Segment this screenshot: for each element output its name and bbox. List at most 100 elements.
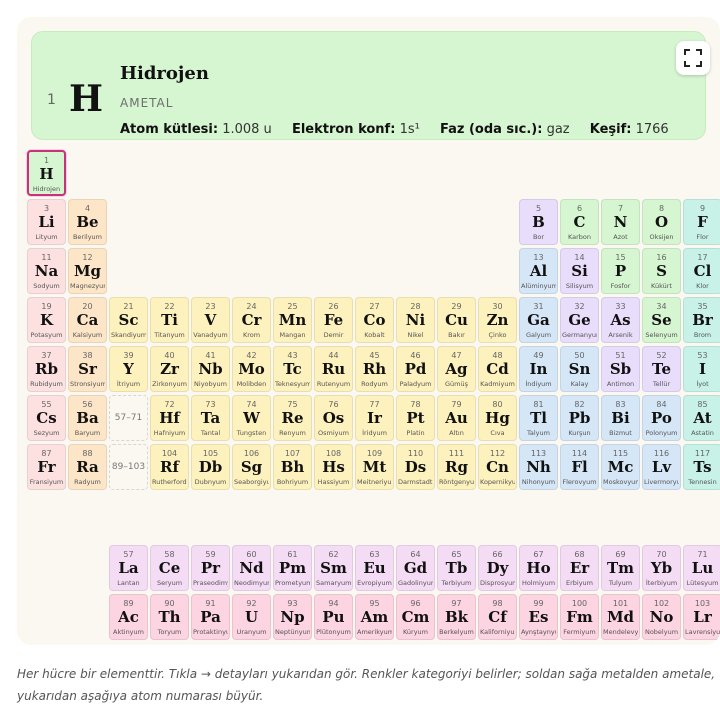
element-cell-fm[interactable]: 100 Fm Fermiyum: [560, 594, 599, 640]
element-cell-cr[interactable]: 24 Cr Krom: [232, 297, 271, 343]
element-cell-md[interactable]: 101Md Mendelevyum: [601, 594, 640, 640]
element-cell-li[interactable]: 3 Li Lityum: [27, 199, 66, 245]
element-cell-sc[interactable]: 21 Sc Skandiyum: [109, 297, 148, 343]
fullscreen-button[interactable]: [676, 41, 710, 75]
element-cell-db[interactable]: 105 Db Dubnyum: [191, 444, 230, 490]
element-cell-np[interactable]: 93 Np Neptünyum: [273, 594, 312, 640]
element-cell-zr[interactable]: 40 Zr Zirkonyum: [150, 346, 189, 392]
element-cell-ru[interactable]: 44 Ru Rutenyum: [314, 346, 353, 392]
element-cell-pt[interactable]: 78 Pt Platin: [396, 395, 435, 441]
element-cell-bk[interactable]: 97 Bk Berkelyum: [437, 594, 476, 640]
element-cell-cm[interactable]: 96 Cm Küryum: [396, 594, 435, 640]
element-cell-b[interactable]: 5 B Bor: [519, 199, 558, 245]
element-cell-lu[interactable]: 71 Lu Lütesyum: [683, 545, 720, 591]
element-cell-nh[interactable]: 113 Nh Nihonyum: [519, 444, 558, 490]
element-cell-ba[interactable]: 56 Ba Baryum: [68, 395, 107, 441]
element-cell-cu[interactable]: 29 Cu Bakır: [437, 297, 476, 343]
element-cell-no[interactable]: 102 No Nobelyum: [642, 594, 681, 640]
element-cell-la[interactable]: 57 La Lantan: [109, 545, 148, 591]
element-cell-pb[interactable]: 82 Pb Kurşun: [560, 395, 599, 441]
element-cell-ho[interactable]: 67 Ho Holmiyum: [519, 545, 558, 591]
element-cell-er[interactable]: 68 Er Erbiyum: [560, 545, 599, 591]
element-cell-br[interactable]: 35 Br Brom: [683, 297, 720, 343]
element-cell-in[interactable]: 49 In İndiyum: [519, 346, 558, 392]
element-cell-ta[interactable]: 73 Ta Tantal: [191, 395, 230, 441]
element-cell-ga[interactable]: 31 Ga Galyum: [519, 297, 558, 343]
element-cell-bh[interactable]: 107 Bh Bohriyum: [273, 444, 312, 490]
element-cell-cf[interactable]: 98Cf Kaliforniyum: [478, 594, 517, 640]
element-cell-pd[interactable]: 46 Pd Paladyum: [396, 346, 435, 392]
element-cell-f[interactable]: 9 F Flor: [683, 199, 720, 245]
element-cell-cs[interactable]: 55 Cs Sezyum: [27, 395, 66, 441]
element-cell-tb[interactable]: 65 Tb Terbiyum: [437, 545, 476, 591]
element-cell-hg[interactable]: 80 Hg Cıva: [478, 395, 517, 441]
element-cell-o[interactable]: 8 O Oksijen: [642, 199, 681, 245]
element-cell-nb[interactable]: 41 Nb Niyobyum: [191, 346, 230, 392]
element-cell-sb[interactable]: 51 Sb Antimon: [601, 346, 640, 392]
element-cell-ca[interactable]: 20 Ca Kalsiyum: [68, 297, 107, 343]
element-cell-mg[interactable]: 12Mg Magnezyum: [68, 248, 107, 294]
element-cell-es[interactable]: 99Es Aynştaynyum: [519, 594, 558, 640]
element-cell-s[interactable]: 16 S Kükürt: [642, 248, 681, 294]
element-cell-au[interactable]: 79 Au Altın: [437, 395, 476, 441]
element-cell-mo[interactable]: 42 Mo Molibden: [232, 346, 271, 392]
element-cell-sg[interactable]: 106Sg Seaborgiyum: [232, 444, 271, 490]
element-cell-mn[interactable]: 25 Mn Mangan: [273, 297, 312, 343]
element-cell-ce[interactable]: 58 Ce Seryum: [150, 545, 189, 591]
element-cell-se[interactable]: 34 Se Selenyum: [642, 297, 681, 343]
element-cell-lr[interactable]: 103Lr Lavrensiyum: [683, 594, 720, 640]
element-cell-tl[interactable]: 81 Tl Talyum: [519, 395, 558, 441]
element-cell-sm[interactable]: 62 Sm Samaryum: [314, 545, 353, 591]
element-cell-pm[interactable]: 61 Pm Prometyum: [273, 545, 312, 591]
element-cell-pa[interactable]: 91Pa Protaktinyum: [191, 594, 230, 640]
element-cell-yb[interactable]: 70 Yb İterbiyum: [642, 545, 681, 591]
element-cell-ag[interactable]: 47 Ag Gümüş: [437, 346, 476, 392]
element-cell-te[interactable]: 52 Te Tellür: [642, 346, 681, 392]
element-cell-bi[interactable]: 83 Bi Bizmut: [601, 395, 640, 441]
element-cell-w[interactable]: 74 W Tungsten: [232, 395, 271, 441]
element-cell-cn[interactable]: 112Cn Kopernikyum: [478, 444, 517, 490]
element-cell-ir[interactable]: 77 Ir İridyum: [355, 395, 394, 441]
element-cell-th[interactable]: 90 Th Toryum: [150, 594, 189, 640]
element-cell-rf[interactable]: 104Rf Rutherfordiyum: [150, 444, 189, 490]
element-cell-am[interactable]: 95 Am Amerikyum: [355, 594, 394, 640]
element-cell-fe[interactable]: 26 Fe Demir: [314, 297, 353, 343]
element-cell-as[interactable]: 33 As Arsenik: [601, 297, 640, 343]
element-cell-na[interactable]: 11 Na Sodyum: [27, 248, 66, 294]
element-cell-h[interactable]: 1 H Hidrojen: [27, 150, 66, 196]
element-cell-ac[interactable]: 89 Ac Aktinyum: [109, 594, 148, 640]
element-cell-ti[interactable]: 22 Ti Titanyum: [150, 297, 189, 343]
element-cell-k[interactable]: 19 K Potasyum: [27, 297, 66, 343]
element-cell-gd[interactable]: 64Gd Gadolinyum: [396, 545, 435, 591]
element-cell-ni[interactable]: 28 Ni Nikel: [396, 297, 435, 343]
element-cell-rb[interactable]: 37 Rb Rubidyum: [27, 346, 66, 392]
element-cell-fr[interactable]: 87 Fr Fransiyum: [27, 444, 66, 490]
element-cell-tm[interactable]: 69 Tm Tulyum: [601, 545, 640, 591]
element-cell-u[interactable]: 92 U Uranyum: [232, 594, 271, 640]
element-cell-co[interactable]: 27 Co Kobalt: [355, 297, 394, 343]
element-cell-rh[interactable]: 45 Rh Rodyum: [355, 346, 394, 392]
element-cell-mt[interactable]: 109Mt Meitneriyum: [355, 444, 394, 490]
element-cell-n[interactable]: 7 N Azot: [601, 199, 640, 245]
element-cell-os[interactable]: 76 Os Osmiyum: [314, 395, 353, 441]
element-cell-ds[interactable]: 110Ds Darmstadtiyum: [396, 444, 435, 490]
element-cell-ts[interactable]: 117 Ts Tennesin: [683, 444, 720, 490]
element-cell-tc[interactable]: 43 Tc Teknesyum: [273, 346, 312, 392]
element-cell-y[interactable]: 39 Y İtriyum: [109, 346, 148, 392]
element-cell-hf[interactable]: 72 Hf Hafniyum: [150, 395, 189, 441]
element-cell-zn[interactable]: 30 Zn Çinko: [478, 297, 517, 343]
element-cell-lv[interactable]: 116Lv Livermoryum: [642, 444, 681, 490]
element-cell-al[interactable]: 13 Al Alüminyum: [519, 248, 558, 294]
element-cell-v[interactable]: 23 V Vanadyum: [191, 297, 230, 343]
element-cell-nd[interactable]: 60Nd Neodimyum: [232, 545, 271, 591]
element-cell-mc[interactable]: 115 Mc Moskovyum: [601, 444, 640, 490]
element-cell-ra[interactable]: 88 Ra Radyum: [68, 444, 107, 490]
element-cell-cl[interactable]: 17 Cl Klor: [683, 248, 720, 294]
element-cell-cd[interactable]: 48 Cd Kadmiyum: [478, 346, 517, 392]
element-cell-dy[interactable]: 66 Dy Disprosyum: [478, 545, 517, 591]
element-cell-pr[interactable]: 59Pr Praseodimyum: [191, 545, 230, 591]
element-cell-c[interactable]: 6 C Karbon: [560, 199, 599, 245]
element-cell-hs[interactable]: 108 Hs Hassiyum: [314, 444, 353, 490]
element-cell-ge[interactable]: 32Ge Germanyum: [560, 297, 599, 343]
element-cell-si[interactable]: 14 Si Silisyum: [560, 248, 599, 294]
